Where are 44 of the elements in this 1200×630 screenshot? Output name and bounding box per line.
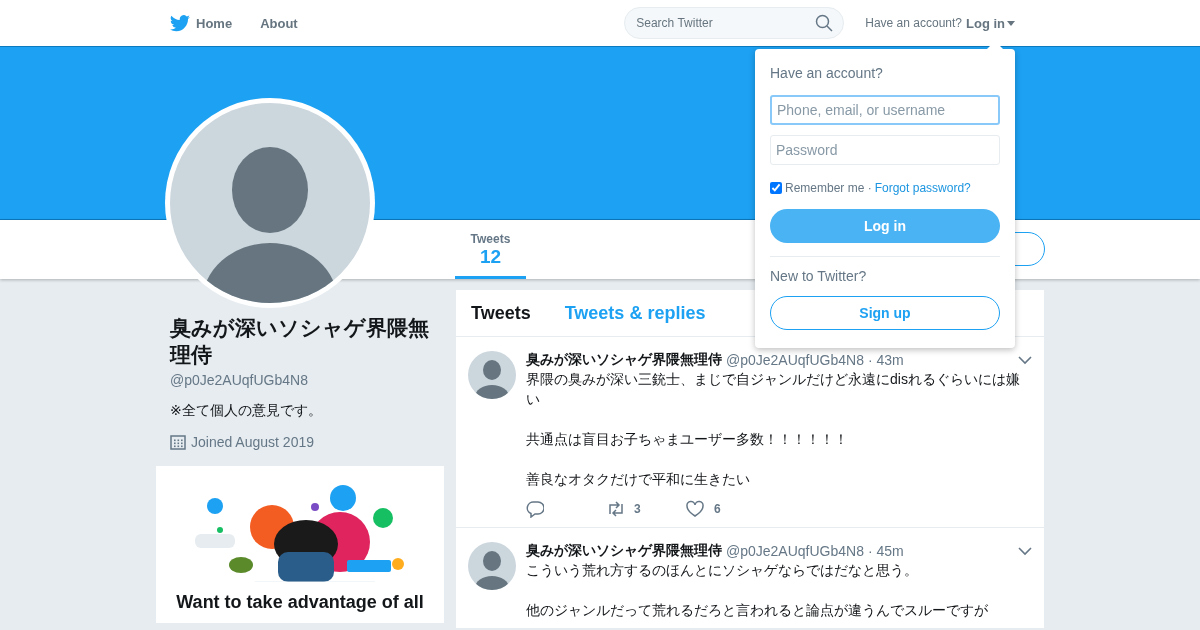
tweet-text: 共通点は盲目お子ちゃまユーザー多数！！！！！！ (526, 430, 849, 449)
author-handle: @p0Je2AUqfUGb4N8 (726, 543, 864, 559)
avatar-icon (468, 351, 516, 399)
retweet-icon[interactable] (606, 500, 624, 518)
remember-checkbox[interactable] (770, 182, 782, 194)
avatar-icon (468, 542, 516, 590)
chevron-icon[interactable] (1018, 546, 1032, 556)
account-prompt: Have an account? (865, 16, 962, 30)
promo-headline: Want to take advantage of all (175, 592, 425, 613)
action-count: 6 (714, 502, 721, 516)
chevron-icon[interactable] (1018, 355, 1032, 365)
profile-name: 臭みが深いソシャゲ界隈無理侍 (170, 315, 430, 368)
profile-handle: @p0Je2AUqfUGb4N8 (170, 372, 309, 388)
input-field[interactable]: Phone, email, or username (770, 95, 1000, 125)
action-count: 3 (634, 502, 641, 516)
remember-label: Remember me · (785, 181, 872, 195)
tweet-text: 界隈の臭みが深い三銃士、まじで自ジャンルだけど永遠にdisれるぐらいには嫌い (526, 370, 1021, 409)
calendar-icon (170, 434, 186, 450)
tweet-time[interactable]: · 45m (867, 543, 904, 559)
tweet-text: 善良なオタクだけで平和に生きたい (526, 470, 751, 489)
search-icon (815, 14, 834, 32)
author-name[interactable]: 臭みが深いソシャゲ界隈無理侍 (526, 542, 722, 560)
login-link[interactable]: Log in (966, 15, 1015, 31)
heart-icon[interactable] (686, 500, 704, 518)
tweet-text: 他のジャンルだって荒れるだろと言われると論点が違うんでスルーですが (526, 601, 989, 620)
tweet-text: こういう荒れ方するのほんとにソシャゲならではだなと思う。 (526, 561, 919, 580)
nav-link[interactable]: About (260, 15, 298, 31)
author-handle: @p0Je2AUqfUGb4N8 (726, 352, 864, 368)
forgot-password-link[interactable]: Forgot password? (874, 181, 971, 195)
joined-date: Joined August 2019 (191, 434, 314, 450)
timeline-tab[interactable]: Tweets (471, 302, 531, 324)
bird-icon (170, 14, 190, 32)
caret-icon (1007, 20, 1015, 26)
reply-icon[interactable] (526, 500, 544, 518)
profile-tab[interactable]: Tweets 12 (455, 220, 526, 279)
nav-link[interactable]: Home (170, 14, 233, 32)
search-field[interactable]: Search Twitter (624, 7, 845, 39)
dropdown-title: Have an account? (770, 65, 884, 81)
timeline-tab[interactable]: Tweets & replies (564, 302, 706, 324)
signup-prompt: New to Twitter? (770, 268, 868, 284)
profile-bio: ※全て個人の意見です。 (170, 402, 323, 420)
tweet-time[interactable]: · 43m (867, 352, 904, 368)
author-name[interactable]: 臭みが深いソシャゲ界隈無理侍 (526, 351, 722, 369)
signup-button[interactable]: Sign up (770, 296, 1000, 330)
